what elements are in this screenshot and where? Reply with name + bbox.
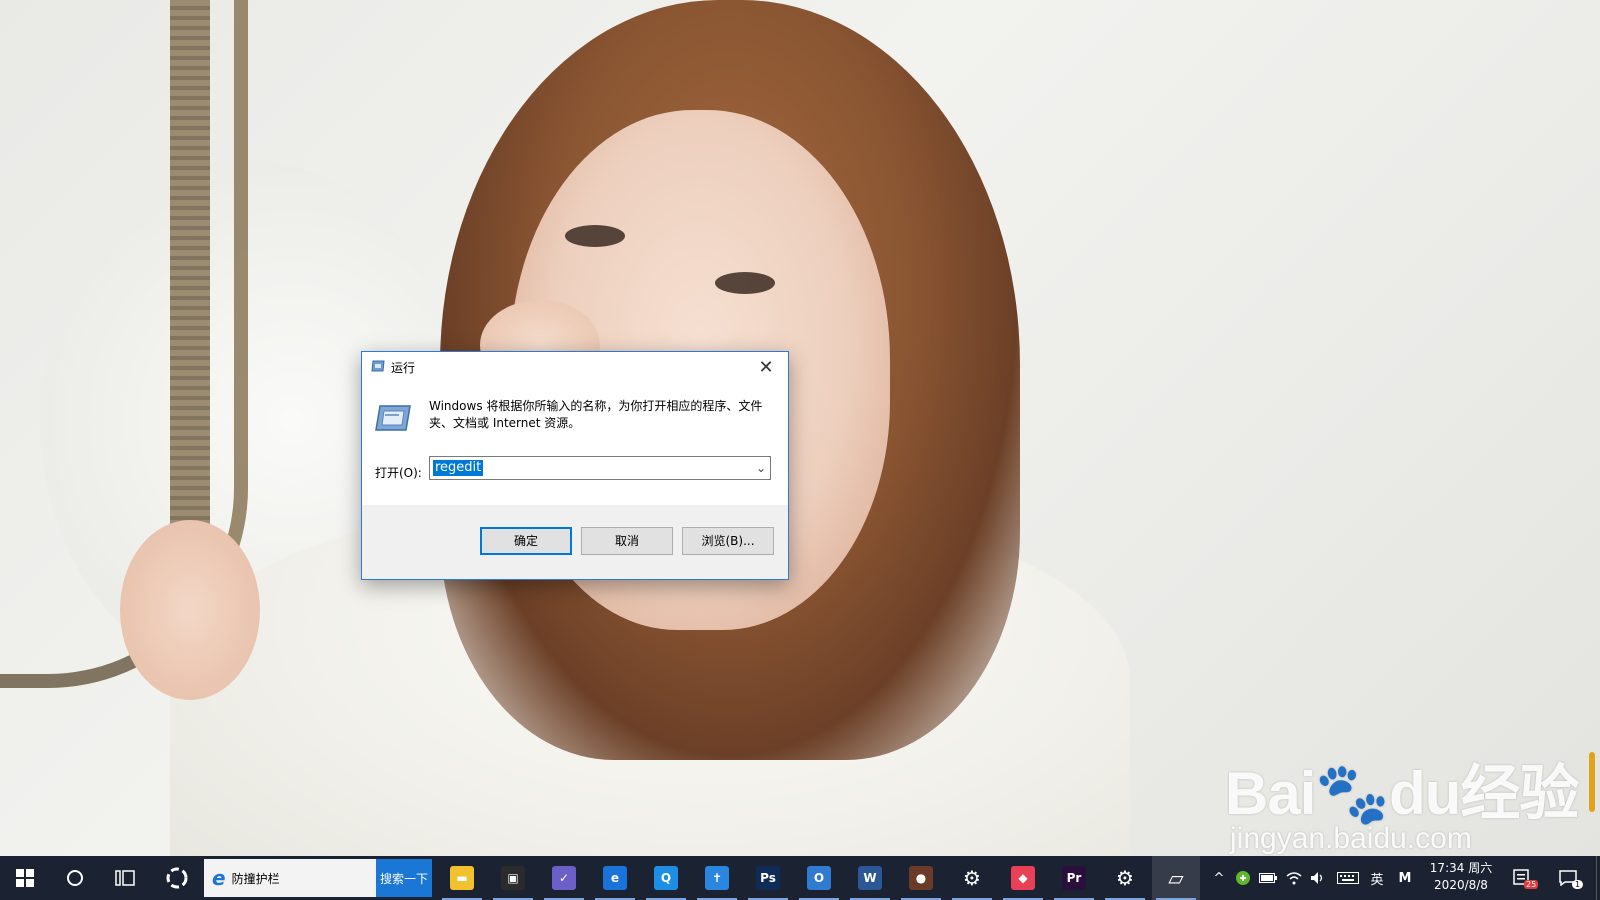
notification-app-button[interactable]: 25 xyxy=(1508,856,1539,900)
control-settings-icon: ⚙ xyxy=(1116,866,1134,890)
desktop-wallpaper xyxy=(0,0,1600,856)
clock[interactable]: 17:34 周六 2020/8/8 xyxy=(1424,860,1498,894)
wallpaper-eye-right xyxy=(715,272,775,294)
app-blue-t-icon: ✝ xyxy=(705,866,729,890)
close-button[interactable]: ✕ xyxy=(744,352,788,382)
wallpaper-hand-left xyxy=(120,520,260,700)
taskbar-app-file-explorer[interactable]: ▬ xyxy=(438,856,486,900)
taskbar-app-premiere[interactable]: Pr xyxy=(1050,856,1098,900)
taskbar-app-app-colorful[interactable]: ◆ xyxy=(999,856,1047,900)
clock-time: 17:34 周六 xyxy=(1429,861,1493,875)
security-icon[interactable] xyxy=(1232,856,1254,900)
taskbar-app-outlook[interactable]: O xyxy=(795,856,843,900)
ime-indicator[interactable]: 英 xyxy=(1366,856,1388,900)
open-input-value[interactable]: regedit xyxy=(433,460,484,476)
run-dialog: 运行 ✕ Windows 将根据你所输入的名称，为你打开相应的程序、文件夹、文档… xyxy=(361,351,789,580)
notification-badge: 25 xyxy=(1524,880,1539,889)
clock-date: 2020/8/8 xyxy=(1434,878,1488,892)
taskbar: e 防撞护栏 搜索一下 ▬ ▣ ✓ e Q ✝ Ps O W ● ⚙ ◆ Pr ⚙ ▱ ^ 英 M 17:3… xyxy=(0,856,1600,900)
search-text: 防撞护栏 xyxy=(231,871,280,886)
taskbar-app-word[interactable]: W xyxy=(846,856,894,900)
close-icon: ✕ xyxy=(758,356,774,378)
speaker-shape xyxy=(1311,872,1323,884)
app-colorful-icon: ◆ xyxy=(1011,866,1035,890)
ie-icon: e xyxy=(212,866,226,890)
open-combobox[interactable]: regedit ⌄ xyxy=(429,456,771,480)
run-app-icon: ▱ xyxy=(1168,866,1184,890)
chevron-down-icon[interactable]: ⌄ xyxy=(756,461,766,475)
search-button[interactable]: 搜索一下 xyxy=(376,859,432,897)
taskbar-app-photoshop[interactable]: Ps xyxy=(744,856,792,900)
outlook-icon: O xyxy=(807,866,831,890)
baidu-jingyan-url: jingyan.baidu.com xyxy=(1230,822,1472,855)
swirl-icon xyxy=(166,867,188,889)
action-center-button[interactable]: 1 xyxy=(1550,856,1586,900)
chevron-up-icon[interactable]: ^ xyxy=(1208,856,1230,900)
wifi-icon[interactable] xyxy=(1282,856,1306,900)
run-icon xyxy=(371,360,385,372)
show-desktop-button[interactable] xyxy=(1596,856,1600,900)
keyboard-shape xyxy=(1337,872,1359,884)
cortana-button[interactable] xyxy=(50,856,100,900)
taskbar-app-run-app[interactable]: ▱ xyxy=(1152,856,1200,900)
volume-icon[interactable] xyxy=(1306,856,1330,900)
taskbar-app-control-settings[interactable]: ⚙ xyxy=(1101,856,1149,900)
circle-icon xyxy=(67,870,83,886)
wifi-shape xyxy=(1286,872,1302,885)
taskbar-app-settings[interactable]: ⚙ xyxy=(948,856,996,900)
ime-mode-button[interactable]: M xyxy=(1394,856,1416,900)
edge-scroll-indicator xyxy=(1589,752,1595,812)
browser-q-icon: Q xyxy=(654,866,678,890)
pinned-app-swirl[interactable] xyxy=(152,856,202,900)
battery-shape xyxy=(1259,873,1277,883)
keyboard-icon[interactable] xyxy=(1334,856,1362,900)
taskbar-app-edge[interactable]: e xyxy=(591,856,639,900)
task-view-button[interactable] xyxy=(100,856,150,900)
app-purple-icon: ✓ xyxy=(552,866,576,890)
open-label: 打开(O): xyxy=(375,466,422,480)
taskbar-app-app-blue-t[interactable]: ✝ xyxy=(693,856,741,900)
shield-icon xyxy=(1236,871,1250,885)
premiere-icon: Pr xyxy=(1062,866,1086,890)
dialog-description: Windows 将根据你所输入的名称，为你打开相应的程序、文件夹、文档或 Int… xyxy=(429,399,763,430)
run-program-icon xyxy=(375,405,411,431)
file-explorer-icon: ▬ xyxy=(450,866,474,890)
ok-button[interactable]: 确定 xyxy=(480,527,572,555)
battery-icon[interactable] xyxy=(1256,856,1280,900)
word-icon: W xyxy=(858,866,882,890)
windows-logo-icon xyxy=(16,869,34,887)
dialog-body: Windows 将根据你所输入的名称，为你打开相应的程序、文件夹、文档或 Int… xyxy=(362,382,788,505)
photoshop-icon: Ps xyxy=(756,866,780,890)
start-button[interactable] xyxy=(0,856,50,900)
wallpaper-eye-left xyxy=(565,225,625,247)
store-icon: ▣ xyxy=(501,866,525,890)
taskbar-search-box[interactable]: e 防撞护栏 xyxy=(204,859,376,897)
taskbar-app-browser-q[interactable]: Q xyxy=(642,856,690,900)
browse-button[interactable]: 浏览(B)... xyxy=(682,527,774,555)
game-icon: ● xyxy=(909,866,933,890)
cancel-button[interactable]: 取消 xyxy=(581,527,673,555)
settings-icon: ⚙ xyxy=(963,866,981,890)
dialog-footer: 确定 取消 浏览(B)... xyxy=(362,505,788,579)
baidu-jingyan-logo: Bai🐾du经验 xyxy=(1225,760,1579,827)
task-view-icon xyxy=(115,870,135,886)
taskbar-app-app-purple[interactable]: ✓ xyxy=(540,856,588,900)
taskbar-app-store[interactable]: ▣ xyxy=(489,856,537,900)
edge-icon: e xyxy=(603,866,627,890)
dialog-title: 运行 xyxy=(391,361,416,375)
dialog-titlebar[interactable]: 运行 ✕ xyxy=(362,352,788,382)
action-center-badge: 1 xyxy=(1572,880,1584,889)
taskbar-app-game[interactable]: ● xyxy=(897,856,945,900)
